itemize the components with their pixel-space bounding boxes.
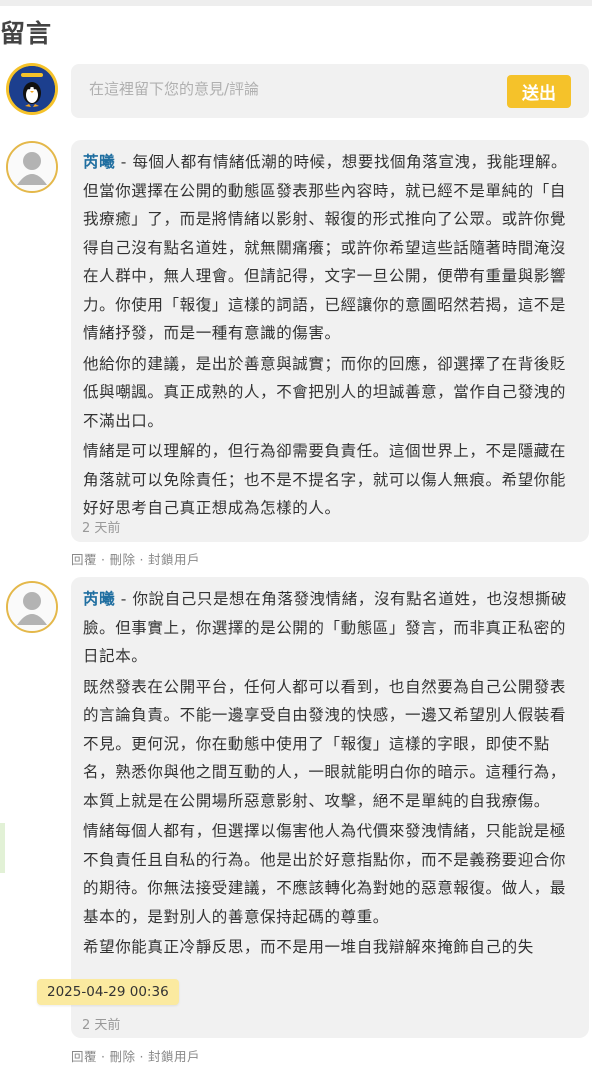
comment-timestamp: 2 天前	[82, 1018, 121, 1033]
comment-paragraph: 希望你能真正冷靜反思，而不是用一堆自我辯解來掩飾自己的失	[83, 938, 534, 956]
comment-actions: 回覆 · 刪除 · 封鎖用戶	[71, 1046, 200, 1065]
penguin-logo-icon	[9, 66, 55, 112]
comments-section-title: 留言	[0, 19, 53, 48]
default-user-icon	[8, 583, 56, 631]
comment-paragraph: 情緒是可以理解的，但行為卻需要負責任。這個世界上，不是隱藏在角落就可以免除責任；…	[83, 442, 567, 517]
send-button[interactable]: 送出	[507, 75, 571, 108]
comment-paragraph: 芮曦 - 你說自己只是想在角落發洩情緒，沒有點名道姓，也沒想撕破臉。但事實上，你…	[83, 585, 575, 671]
reply-link[interactable]: 回覆	[71, 552, 97, 567]
comment-paragraph: 他給你的建議，是出於善意與誠實；而你的回應，卻選擇了在背後貶低與嘲諷。真正成熟的…	[83, 354, 567, 430]
commenter-avatar[interactable]	[6, 141, 58, 193]
comment-input[interactable]	[87, 74, 491, 104]
comment-actions: 回覆 · 刪除 · 封鎖用戶	[71, 549, 200, 568]
block-user-link[interactable]: 封鎖用戶	[148, 552, 200, 567]
comment-timestamp: 2 天前	[82, 521, 121, 536]
comment-paragraph: 芮曦 - 每個人都有情緒低潮的時候，想要找個角落宣洩，我能理解。但當你選擇在公開…	[83, 148, 575, 348]
action-separator: ·	[101, 1049, 106, 1064]
comment-author[interactable]: 芮曦	[83, 590, 115, 608]
timestamp-tooltip: 2025-04-29 00:36	[37, 979, 179, 1005]
reply-link[interactable]: 回覆	[71, 1049, 97, 1064]
comment-bubble: 芮曦 - 你說自己只是想在角落發洩情緒，沒有點名道姓，也沒想撕破臉。但事實上，你…	[71, 577, 589, 1038]
comment-author[interactable]: 芮曦	[83, 153, 115, 171]
author-separator: -	[115, 590, 133, 608]
comment-composer: 送出	[71, 64, 589, 118]
action-separator: ·	[139, 1049, 144, 1064]
comment-paragraph: 情緒每個人都有，但選擇以傷害他人為代價來發洩情緒，只能說是極不負責任且自私的行為…	[83, 822, 567, 926]
action-separator: ·	[139, 552, 144, 567]
action-separator: ·	[101, 552, 106, 567]
comment-bubble: 芮曦 - 每個人都有情緒低潮的時候，想要找個角落宣洩，我能理解。但當你選擇在公開…	[71, 140, 589, 542]
side-highlight-marker	[0, 823, 5, 873]
author-separator: -	[115, 153, 133, 171]
comment-paragraph: 既然發表在公開平台，任何人都可以看到，也自然要為自己公開發表的言論負責。不能一邊…	[83, 677, 567, 810]
delete-link[interactable]: 刪除	[110, 1049, 136, 1064]
delete-link[interactable]: 刪除	[110, 552, 136, 567]
top-divider	[0, 0, 592, 6]
block-user-link[interactable]: 封鎖用戶	[148, 1049, 200, 1064]
default-user-icon	[8, 143, 56, 191]
current-user-avatar[interactable]	[6, 63, 58, 115]
commenter-avatar[interactable]	[6, 581, 58, 633]
comment-text: 每個人都有情緒低潮的時候，想要找個角落宣洩，我能理解。但當你選擇在公開的動態區發…	[83, 153, 568, 342]
comment-text: 你說自己只是想在角落發洩情緒，沒有點名道姓，也沒想撕破臉。但事實上，你選擇的是公…	[83, 590, 568, 665]
